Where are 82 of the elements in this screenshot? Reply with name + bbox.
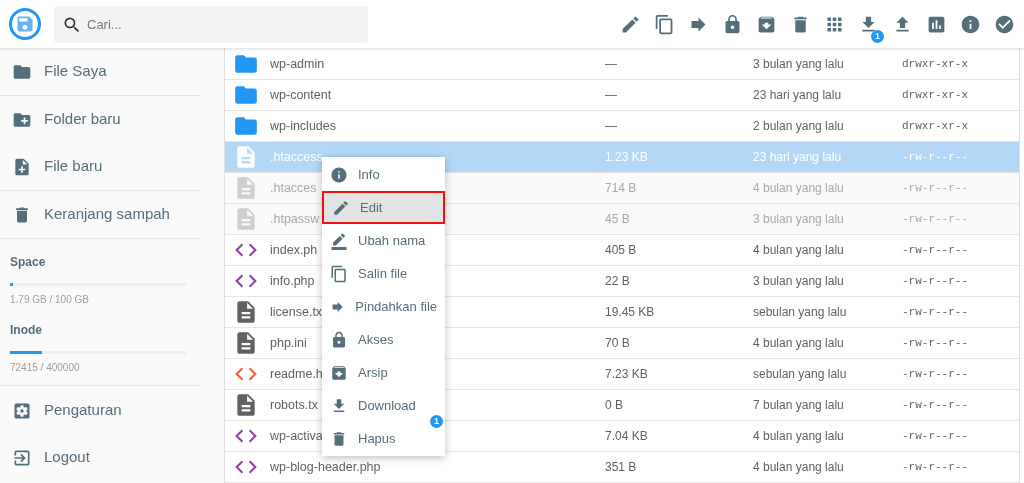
menu-item[interactable]: Salin file xyxy=(322,257,445,290)
menu-item[interactable]: Edit xyxy=(322,191,445,224)
file-name[interactable]: wp-includes xyxy=(270,119,336,134)
file-size: 22 B xyxy=(605,273,631,290)
file-size: 0 B xyxy=(605,397,624,414)
sidebar-item[interactable]: Keranjang sampah xyxy=(0,191,200,238)
file-permissions: -rw-r--r-- xyxy=(902,242,968,258)
file-size: 45 B xyxy=(605,211,631,228)
file-modified: 23 hari yang lalu xyxy=(753,149,843,166)
file-modified: 2 bulan yang lalu xyxy=(753,118,845,135)
file-size: — xyxy=(605,87,618,104)
file-size: 405 B xyxy=(605,242,638,259)
file-permissions: -rw-r--r-- xyxy=(902,211,968,227)
app-logo[interactable] xyxy=(9,8,41,40)
sidebar-item[interactable]: Pengaturan xyxy=(0,387,200,434)
file-permissions: -rw-r--r-- xyxy=(902,459,968,475)
file-name[interactable]: index.ph xyxy=(270,243,318,258)
copy-icon xyxy=(654,13,675,35)
info-icon xyxy=(330,165,348,184)
usage-label: Inode xyxy=(10,322,43,339)
file-permissions: -rw-r--r-- xyxy=(902,335,968,351)
file-modified: 4 bulan yang lalu xyxy=(753,242,845,259)
file-modified: sebulan yang lalu xyxy=(753,366,848,383)
file-permissions: -rw-r--r-- xyxy=(902,180,968,196)
usage-reading: 1.79 GB / 100 GB xyxy=(10,293,90,307)
file-name[interactable]: wp-activa xyxy=(270,429,323,444)
file-plus-icon xyxy=(12,156,32,177)
pencil-line-icon xyxy=(330,231,348,250)
file-name[interactable]: wp-admin xyxy=(270,57,325,72)
file-name[interactable]: info.php xyxy=(270,274,315,289)
archive-icon xyxy=(330,363,348,382)
pencil-icon xyxy=(332,198,350,217)
file-size: 1.23 KB xyxy=(605,149,649,166)
file-permissions: drwxr-xr-x xyxy=(902,118,968,134)
file-modified: 3 bulan yang lalu xyxy=(753,211,845,228)
file-size: 19.45 KB xyxy=(605,304,656,321)
file-name[interactable]: robots.tx xyxy=(270,398,318,413)
copy-icon xyxy=(330,264,348,283)
file-permissions: -rw-r--r-- xyxy=(902,304,968,320)
menu-item[interactable]: Arsip xyxy=(322,356,445,389)
count-badge: 1 xyxy=(430,415,443,428)
file-modified: 4 bulan yang lalu xyxy=(753,428,845,445)
file-size: 7.23 KB xyxy=(605,366,649,383)
sidebar-item[interactable]: Folder baru xyxy=(0,96,200,143)
file-modified: 23 hari yang lalu xyxy=(753,87,843,104)
file-permissions: -rw-r--r-- xyxy=(902,428,968,444)
file-modified: 4 bulan yang lalu xyxy=(753,180,845,197)
file-name[interactable]: license.tx xyxy=(270,305,323,320)
file-size: — xyxy=(605,56,618,73)
file-size: 70 B xyxy=(605,335,631,352)
file-size: 351 B xyxy=(605,459,638,476)
file-modified: 7 bulan yang lalu xyxy=(753,397,845,414)
usage-label: Space xyxy=(10,254,47,271)
file-size: — xyxy=(605,118,618,135)
count-badge: 1 xyxy=(871,30,884,43)
file-modified: 4 bulan yang lalu xyxy=(753,459,845,476)
sidebar-item[interactable]: File baru xyxy=(0,143,200,190)
file-modified: 3 bulan yang lalu xyxy=(753,56,845,73)
toolbar-button[interactable] xyxy=(654,12,675,36)
sidebar-item[interactable]: File Saya xyxy=(0,48,200,95)
file-name[interactable]: php.ini xyxy=(270,336,307,351)
file-modified: 3 bulan yang lalu xyxy=(753,273,845,290)
file-name[interactable]: readme.h xyxy=(270,367,323,382)
file-modified: sebulan yang lalu xyxy=(753,304,848,321)
file-permissions: -rw-r--r-- xyxy=(902,397,968,413)
file-size: 714 B xyxy=(605,180,638,197)
info-icon xyxy=(960,13,981,35)
usage-reading: 72415 / 400000 xyxy=(10,361,81,375)
file-name[interactable]: wp-content xyxy=(270,88,332,103)
menu-item[interactable]: Pindahkan file xyxy=(322,290,445,323)
file-modified: 4 bulan yang lalu xyxy=(753,335,845,352)
file-permissions: -rw-r--r-- xyxy=(902,366,968,382)
search-field[interactable]: Cari... xyxy=(54,5,368,43)
file-permissions: -rw-r--r-- xyxy=(902,273,968,289)
file-size: 7.04 KB xyxy=(605,428,649,445)
menu-item[interactable]: Akses xyxy=(322,323,445,356)
sidebar-item[interactable]: Logout xyxy=(0,434,200,481)
lock-icon xyxy=(330,330,348,349)
file-permissions: -rw-r--r-- xyxy=(902,149,968,165)
file-permissions: drwxr-xr-x xyxy=(902,56,968,72)
file-name[interactable]: wp-blog-header.php xyxy=(270,460,381,475)
file-permissions: drwxr-xr-x xyxy=(902,87,968,103)
